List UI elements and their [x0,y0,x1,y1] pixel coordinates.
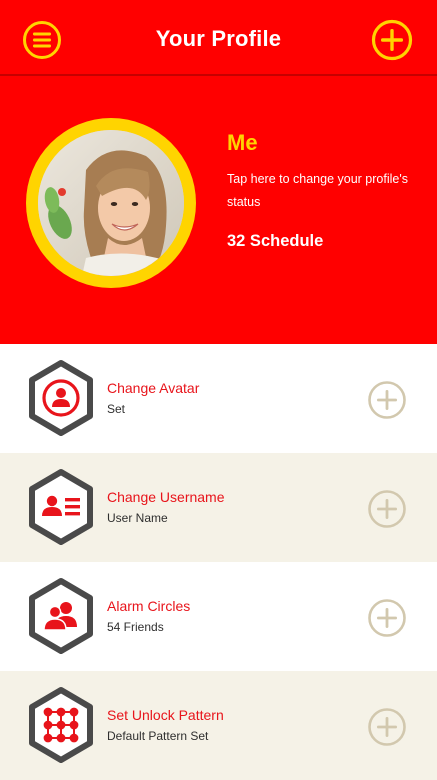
item-title: Change Username [107,489,225,505]
avatar-ring [26,118,196,288]
app-header: Your Profile [0,0,437,76]
avatar[interactable] [38,130,184,276]
pattern-grid-icon [43,707,79,743]
hexagon-badge [29,687,93,763]
plus-circle-icon[interactable] [367,380,407,420]
plus-circle-icon[interactable] [367,707,407,747]
plus-circle-icon[interactable] [367,598,407,638]
list-item-set-unlock-pattern[interactable]: Set Unlock Pattern Default Pattern Set [0,671,437,780]
item-subtitle: 54 Friends [107,620,164,634]
schedule-count: 32 Schedule [227,232,324,250]
hexagon-badge [29,469,93,545]
hexagon-badge [29,360,93,436]
profile-status[interactable]: Tap here to change your profile's status [227,168,427,214]
profile-name: Me [227,130,258,155]
list-item-change-username[interactable]: Change Username User Name [0,453,437,562]
add-button[interactable] [371,19,413,61]
item-title: Set Unlock Pattern [107,707,224,723]
item-subtitle: Default Pattern Set [107,729,209,743]
settings-list: Change Avatar Set Change Username User N… [0,344,437,780]
item-title: Alarm Circles [107,598,191,614]
profile-panel[interactable]: Me Tap here to change your profile's sta… [0,76,437,344]
list-item-alarm-circles[interactable]: Alarm Circles 54 Friends [0,562,437,671]
list-item-change-avatar[interactable]: Change Avatar Set [0,344,437,453]
plus-circle-icon [371,19,413,61]
item-title: Change Avatar [107,380,200,396]
item-subtitle: Set [107,402,126,416]
plus-circle-icon[interactable] [367,489,407,529]
avatar-photo [38,130,184,276]
hexagon-badge [29,578,93,654]
item-subtitle: User Name [107,511,168,525]
